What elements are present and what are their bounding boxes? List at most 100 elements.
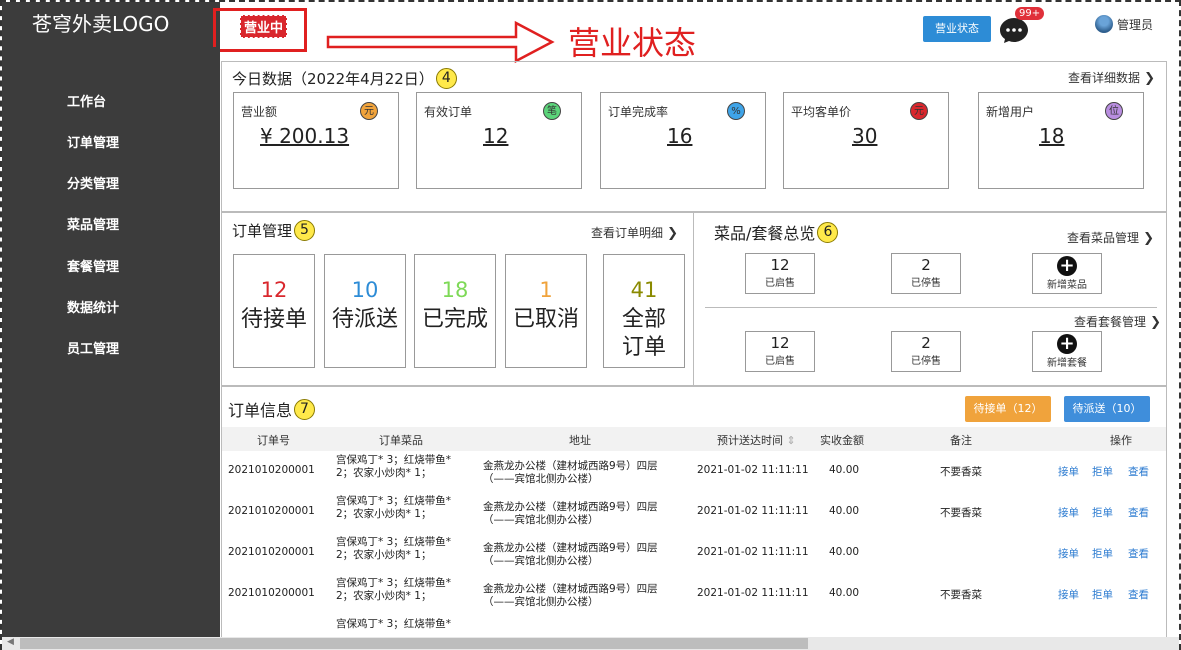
stat-value: 30 [852,124,878,148]
avatar [1095,15,1113,33]
section-number-badge: 6 [817,221,839,243]
order-address-line: （——宾馆北侧办公楼） [483,596,599,608]
view-order-button[interactable]: 查看 [1128,505,1149,520]
order-card-pending[interactable]: 12 待接单 [233,254,315,368]
scroll-left-icon[interactable]: ◀ [7,637,14,647]
order-count: 12 [260,278,288,302]
order-status-label: 已取消 [512,307,579,332]
user-count-icon: 位 [1105,102,1123,120]
order-address-line: （——宾馆北侧办公楼） [483,514,599,526]
stat-card-revenue: 营业额 元 ¥ 200.13 [233,92,399,189]
stat-label: 营业额 [241,105,278,119]
stat-label: 订单完成率 [608,105,669,119]
stat-value: 18 [1039,124,1065,148]
stat-card-avg-price: 平均客单价 元 30 [783,92,949,189]
accept-order-button[interactable]: 接单 [1058,505,1079,520]
stat-card-valid-orders: 有效订单 笔 12 [416,92,582,189]
order-count: 1 [539,278,553,302]
order-status-label: 待派送 [331,307,398,332]
order-dishes-line: 宫保鸡丁* 3；红烧带鱼* [336,536,452,548]
user-menu[interactable]: 管理员 [1095,15,1153,33]
reject-order-button[interactable]: 拒单 [1092,464,1113,479]
business-status-tag: 营业中 [240,15,288,38]
dish-status-label: 已启售 [765,278,795,289]
message-count-badge: 99+ [1015,7,1045,20]
horizontal-scrollbar[interactable]: ◀ [2,637,1179,650]
order-dishes: 宫保鸡丁* 3；红烧带鱼* [336,618,451,631]
stat-label: 平均客单价 [791,105,852,119]
order-amount: 40.00 [829,587,860,599]
stat-label: 新增用户 [986,105,1035,119]
order-id: 2021010200001 [228,546,315,558]
delivery-time: 2021-01-02 11:11:11 [697,546,809,558]
sidebar-item-categories[interactable]: 分类管理 [67,173,119,192]
combo-off-sale: 2 已停售 [891,331,961,372]
add-combo-label: 新增套餐 [1047,358,1087,369]
section-number-badge: 7 [294,398,316,420]
order-address-line: （——宾馆北侧办公楼） [483,555,599,567]
combo-count: 2 [921,334,931,352]
view-order-button[interactable]: 查看 [1128,464,1149,479]
add-combo-button[interactable]: + 新增套餐 [1032,331,1102,372]
order-count-icon: 笔 [543,102,561,120]
view-dish-management-link[interactable]: 查看菜品管理 [1067,229,1154,246]
order-address-line: （——宾馆北侧办公楼） [483,473,599,485]
sidebar-item-statistics[interactable]: 数据统计 [67,297,119,316]
reject-order-button[interactable]: 拒单 [1092,546,1113,561]
view-order-detail-link[interactable]: 查看订单明细 [591,224,678,241]
combo-status-label: 已停售 [911,356,941,367]
order-dishes: 宫保鸡丁* 3；红烧带鱼* 2；农家小炒肉* 1； [336,495,451,521]
dish-on-sale: 12 已启售 [745,253,815,294]
pending-orders-button[interactable]: 待接单（12） [965,396,1051,422]
order-status-label: 全部订单 [621,307,666,360]
reject-order-button[interactable]: 拒单 [1092,505,1113,520]
order-card-awaiting-delivery[interactable]: 10 待派送 [324,254,406,368]
stat-label: 有效订单 [424,105,473,119]
sidebar-item-combos[interactable]: 套餐管理 [67,256,119,275]
order-dishes-line: 2；农家小炒肉* 1； [336,590,432,602]
plus-icon: + [1057,334,1077,354]
order-dishes-line: 宫保鸡丁* 3；红烧带鱼* [336,495,452,507]
order-card-cancelled[interactable]: 1 已取消 [505,254,587,368]
combo-count: 12 [770,334,790,352]
awaiting-delivery-button[interactable]: 待派送（10） [1064,396,1150,422]
scrollbar-thumb[interactable] [20,638,808,649]
view-order-button[interactable]: 查看 [1128,546,1149,561]
divider [705,307,1157,308]
message-icon[interactable] [999,16,1029,44]
sidebar-item-employees[interactable]: 员工管理 [67,338,119,357]
plus-icon: + [1057,256,1077,276]
dish-overview-title-text: 菜品/套餐总览 [714,224,816,243]
column-header-amount: 实收金额 [820,434,864,447]
delivery-time: 2021-01-02 11:11:11 [697,587,809,599]
annotation-arrow-icon [326,20,555,64]
view-order-button[interactable]: 查看 [1128,587,1149,602]
view-combo-management-link[interactable]: 查看套餐管理 [1074,313,1161,330]
sidebar-item-workbench[interactable]: 工作台 [67,91,106,110]
order-address: 金燕龙办公楼（建材城西路9号）四层 （——宾馆北侧办公楼） [483,460,658,486]
order-card-all[interactable]: 41 全部订单 [603,254,685,368]
order-note: 不要香菜 [940,466,982,478]
dish-count: 2 [921,256,931,274]
today-data-title: 今日数据（2022年4月22日） 4 [232,68,457,89]
order-card-completed[interactable]: 18 已完成 [414,254,496,368]
order-status-label: 待接单 [240,307,307,332]
order-info-title-text: 订单信息 [228,401,293,420]
accept-order-button[interactable]: 接单 [1058,464,1079,479]
order-count: 10 [351,278,379,302]
add-dish-button[interactable]: + 新增菜品 [1032,253,1102,294]
column-header-delivery-time[interactable]: 预计送达时间 ⇕ [717,432,796,448]
order-dishes-line: 宫保鸡丁* 3；红烧带鱼* [336,454,452,466]
order-address-line: 金燕龙办公楼（建材城西路9号）四层 [483,501,658,513]
table-row: 2021010200001 宫保鸡丁* 3；红烧带鱼* 2；农家小炒肉* 1； 金燕龙… [222,536,1166,577]
sort-icon: ⇕ [786,434,796,447]
accept-order-button[interactable]: 接单 [1058,546,1079,561]
business-status-button[interactable]: 营业状态 [923,16,991,42]
percent-icon: % [727,102,745,120]
order-amount: 40.00 [829,546,860,558]
sidebar-item-orders[interactable]: 订单管理 [67,132,119,151]
reject-order-button[interactable]: 拒单 [1092,587,1113,602]
accept-order-button[interactable]: 接单 [1058,587,1079,602]
view-detail-data-link[interactable]: 查看详细数据 [1068,69,1155,86]
sidebar-item-dishes[interactable]: 菜品管理 [67,214,119,233]
